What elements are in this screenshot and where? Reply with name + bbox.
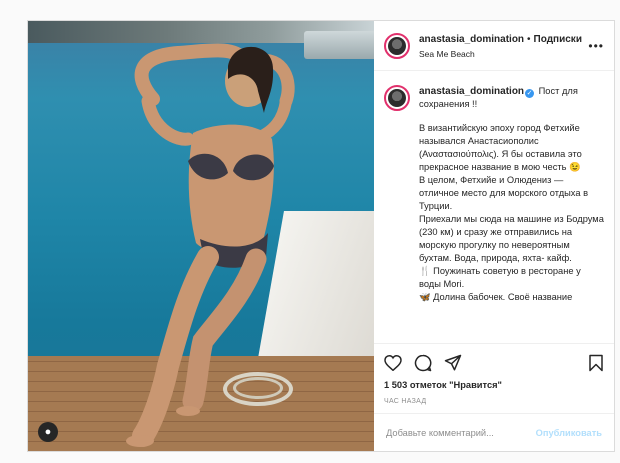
action-icons-row	[384, 352, 604, 374]
post-timestamp[interactable]: ЧАС НАЗАД	[384, 398, 604, 405]
caption-body: anastasia_domination ✓ Пост для сохранени…	[419, 85, 604, 343]
more-icon[interactable]: •••	[588, 39, 604, 53]
post-card: ● anastasia_domination • Подписки Sea Me B…	[27, 20, 615, 452]
caption-username[interactable]: anastasia_domination	[419, 86, 524, 97]
user-tag-icon: ●	[44, 425, 52, 438]
post-location[interactable]: Sea Me Beach	[419, 47, 582, 61]
author-info: anastasia_domination • Подписки Sea Me Bea…	[419, 31, 582, 61]
author-username[interactable]: anastasia_domination	[419, 34, 524, 45]
author-avatar[interactable]	[384, 32, 410, 59]
comment-icon[interactable]	[414, 354, 432, 372]
caption-block: anastasia_domination ✓ Пост для сохранени…	[374, 71, 614, 343]
follow-status-button[interactable]: Подписки	[534, 34, 582, 45]
tagged-users-button[interactable]: ●	[38, 422, 58, 442]
post-sidebar: anastasia_domination • Подписки Sea Me Bea…	[374, 21, 614, 451]
post-header: anastasia_domination • Подписки Sea Me Bea…	[374, 21, 614, 71]
likes-count[interactable]: 1 503 отметок "Нравится"	[384, 380, 604, 390]
share-icon[interactable]	[444, 354, 462, 372]
verified-badge-icon: ✓	[525, 89, 535, 98]
heart-icon[interactable]	[384, 355, 402, 371]
bookmark-icon[interactable]	[588, 354, 604, 372]
caption-avatar[interactable]	[384, 85, 410, 111]
header-separator: •	[527, 33, 531, 45]
comment-input[interactable]	[386, 427, 536, 438]
photo-woman-figure	[126, 43, 295, 447]
comment-bar: Опубликовать	[374, 413, 614, 451]
caption-text: В византийскую эпоху город Фетхийе назыв…	[419, 123, 604, 302]
publish-button[interactable]: Опубликовать	[536, 428, 602, 438]
post-photo[interactable]: ●	[28, 21, 374, 451]
